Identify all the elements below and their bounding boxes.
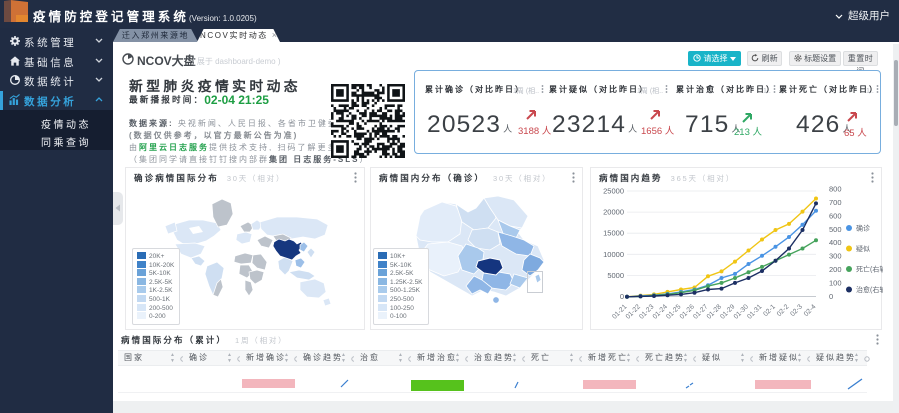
svg-text:500: 500	[829, 225, 842, 234]
svg-text:800: 800	[829, 185, 842, 194]
svg-text:200: 200	[829, 265, 842, 274]
svg-text:20000: 20000	[603, 208, 624, 217]
svg-text:02-1: 02-1	[762, 303, 777, 318]
svg-text:10000: 10000	[603, 250, 624, 259]
svg-text:700: 700	[829, 198, 842, 207]
svg-text:0: 0	[620, 292, 624, 301]
svg-text:5000: 5000	[607, 271, 624, 280]
svg-text:25000: 25000	[603, 187, 624, 196]
svg-text:100: 100	[829, 279, 842, 288]
svg-text:300: 300	[829, 252, 842, 261]
svg-text:疑似: 疑似	[856, 244, 870, 253]
svg-text:死亡(右轴): 死亡(右轴)	[856, 265, 883, 274]
svg-text:治愈(右轴): 治愈(右轴)	[856, 285, 883, 294]
svg-text:400: 400	[829, 238, 842, 247]
svg-text:600: 600	[829, 211, 842, 220]
svg-text:0: 0	[829, 292, 833, 301]
svg-text:02-3: 02-3	[789, 303, 804, 318]
svg-text:02-2: 02-2	[776, 303, 791, 318]
svg-text:确诊: 确诊	[856, 224, 870, 233]
svg-text:02-4: 02-4	[803, 303, 818, 318]
svg-text:15000: 15000	[603, 229, 624, 238]
svg-text:01-31: 01-31	[746, 303, 763, 320]
